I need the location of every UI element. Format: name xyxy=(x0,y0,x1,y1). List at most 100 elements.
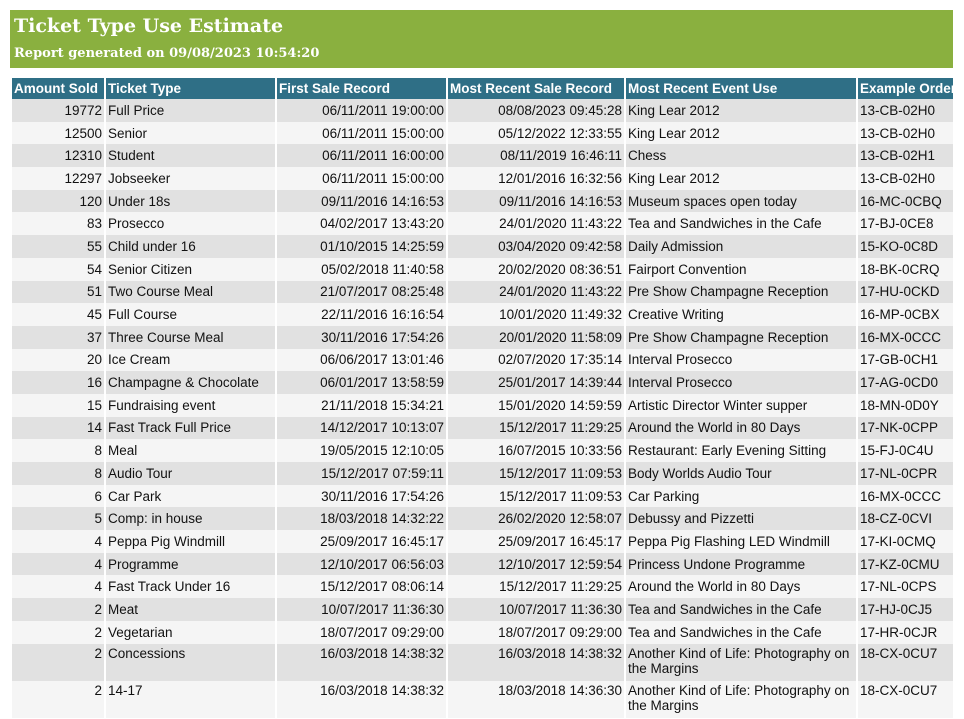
event-use-cell: Another Kind of Life: Photography on the… xyxy=(626,643,856,681)
event-use-cell: Museum spaces open today xyxy=(626,189,856,213)
recent-sale-cell: 05/12/2022 12:33:55 xyxy=(448,121,624,145)
col-header-first-sale-record: First Sale Record xyxy=(277,78,446,99)
table-row: 51 Two Course Meal 21/07/2017 08:25:48 24/0… xyxy=(12,280,953,304)
amount-sold-cell: 2 xyxy=(12,680,104,718)
ticket-type-cell: Jobseeker xyxy=(106,167,275,190)
table-row: 12500 Senior 06/11/2011 15:00:00 05/12/2022… xyxy=(12,121,953,145)
event-use-cell: Peppa Pig Flashing LED Windmill xyxy=(626,530,856,553)
ticket-type-table: Amount Sold Ticket Type First Sale Recor… xyxy=(10,78,955,718)
event-use-cell: Fairport Convention xyxy=(626,257,856,281)
amount-sold-cell: 55 xyxy=(12,235,104,258)
example-order-cell: 16-MP-0CBX xyxy=(858,303,953,326)
event-use-cell: Interval Prosecco xyxy=(626,371,856,394)
example-order-cell: 18-CZ-0CVI xyxy=(858,507,953,531)
amount-sold-cell: 14 xyxy=(12,416,104,440)
example-order-cell: 17-HJ-0CJ5 xyxy=(858,598,953,621)
ticket-type-cell: Peppa Pig Windmill xyxy=(106,530,275,553)
recent-sale-cell: 15/01/2020 14:59:59 xyxy=(448,393,624,417)
table-row: 20 Ice Cream 06/06/2017 13:01:46 02/07/2020… xyxy=(12,348,953,372)
table-row: 14 Fast Track Full Price 14/12/2017 10:13:… xyxy=(12,416,953,440)
recent-sale-cell: 24/01/2020 11:43:22 xyxy=(448,212,624,236)
event-use-cell: Daily Admission xyxy=(626,235,856,258)
table-row: 16 Champagne & Chocolate 06/01/2017 13:58:… xyxy=(12,371,953,394)
table-row: 2 Vegetarian 18/07/2017 09:29:00 18/07/2017… xyxy=(12,620,953,644)
table-header-row: Amount Sold Ticket Type First Sale Recor… xyxy=(12,78,953,99)
amount-sold-cell: 15 xyxy=(12,393,104,417)
example-order-cell: 17-GB-0CH1 xyxy=(858,348,953,372)
first-sale-cell: 04/02/2017 13:43:20 xyxy=(277,212,446,236)
amount-sold-cell: 4 xyxy=(12,552,104,576)
table-row: 4 Peppa Pig Windmill 25/09/2017 16:45:17 25… xyxy=(12,530,953,553)
ticket-type-cell: Full Price xyxy=(106,99,275,122)
event-use-cell: Restaurant: Early Evening Sitting xyxy=(626,439,856,462)
recent-sale-cell: 25/01/2017 14:39:44 xyxy=(448,371,624,394)
first-sale-cell: 19/05/2015 12:10:05 xyxy=(277,439,446,462)
ticket-type-cell: Full Course xyxy=(106,303,275,326)
report-title: Ticket Type Use Estimate xyxy=(14,15,284,37)
example-order-cell: 18-BK-0CRQ xyxy=(858,257,953,281)
table-row: 4 Fast Track Under 16 15/12/2017 08:06:14 1… xyxy=(12,575,953,599)
example-order-cell: 17-NL-0CPS xyxy=(858,575,953,599)
recent-sale-cell: 15/12/2017 11:09:53 xyxy=(448,462,624,485)
amount-sold-cell: 16 xyxy=(12,371,104,394)
recent-sale-cell: 12/10/2017 12:59:54 xyxy=(448,552,624,576)
amount-sold-cell: 6 xyxy=(12,484,104,508)
report-generated-timestamp: Report generated on 09/08/2023 10:54:20 xyxy=(14,46,320,61)
table-row: 45 Full Course 22/11/2016 16:16:54 10/01/20… xyxy=(12,303,953,326)
recent-sale-cell: 20/02/2020 08:36:51 xyxy=(448,257,624,281)
recent-sale-cell: 20/01/2020 11:58:09 xyxy=(448,325,624,349)
example-order-cell: 18-MN-0D0Y xyxy=(858,393,953,417)
recent-sale-cell: 16/07/2015 10:33:56 xyxy=(448,439,624,462)
table-row: 2 14-17 16/03/2018 14:38:32 18/03/2018 14:3… xyxy=(12,680,953,718)
event-use-cell: King Lear 2012 xyxy=(626,167,856,190)
recent-sale-cell: 24/01/2020 11:43:22 xyxy=(448,280,624,304)
ticket-type-cell: Audio Tour xyxy=(106,462,275,485)
ticket-type-cell: Meat xyxy=(106,598,275,621)
amount-sold-cell: 8 xyxy=(12,439,104,462)
table-row: 2 Concessions 16/03/2018 14:38:32 16/03/201… xyxy=(12,643,953,681)
col-header-amount-sold: Amount Sold xyxy=(12,78,104,99)
amount-sold-cell: 8 xyxy=(12,462,104,485)
first-sale-cell: 16/03/2018 14:38:32 xyxy=(277,643,446,681)
example-order-cell: 16-MX-0CCC xyxy=(858,484,953,508)
amount-sold-cell: 5 xyxy=(12,507,104,531)
first-sale-cell: 18/03/2018 14:32:22 xyxy=(277,507,446,531)
ticket-type-cell: Senior Citizen xyxy=(106,257,275,281)
first-sale-cell: 30/11/2016 17:54:26 xyxy=(277,484,446,508)
event-use-cell: Pre Show Champagne Reception xyxy=(626,280,856,304)
first-sale-cell: 01/10/2015 14:25:59 xyxy=(277,235,446,258)
event-use-cell: Around the World in 80 Days xyxy=(626,575,856,599)
example-order-cell: 13-CB-02H1 xyxy=(858,144,953,168)
example-order-cell: 17-AG-0CD0 xyxy=(858,371,953,394)
example-order-cell: 17-BJ-0CE8 xyxy=(858,212,953,236)
event-use-cell: Tea and Sandwiches in the Cafe xyxy=(626,598,856,621)
recent-sale-cell: 15/12/2017 11:29:25 xyxy=(448,575,624,599)
ticket-type-cell: Student xyxy=(106,144,275,168)
ticket-type-cell: Senior xyxy=(106,121,275,145)
amount-sold-cell: 2 xyxy=(12,598,104,621)
event-use-cell: Chess xyxy=(626,144,856,168)
recent-sale-cell: 08/11/2019 16:46:11 xyxy=(448,144,624,168)
table-row: 120 Under 18s 09/11/2016 14:16:53 09/11/201… xyxy=(12,189,953,213)
table-row: 15 Fundraising event 21/11/2018 15:34:21 15… xyxy=(12,393,953,417)
event-use-cell: Creative Writing xyxy=(626,303,856,326)
amount-sold-cell: 51 xyxy=(12,280,104,304)
recent-sale-cell: 08/08/2023 09:45:28 xyxy=(448,99,624,122)
recent-sale-cell: 15/12/2017 11:29:25 xyxy=(448,416,624,440)
report-banner: Ticket Type Use Estimate Report generate… xyxy=(10,10,953,68)
table-row: 5 Comp: in house 18/03/2018 14:32:22 26/02/… xyxy=(12,507,953,531)
first-sale-cell: 05/02/2018 11:40:58 xyxy=(277,257,446,281)
recent-sale-cell: 12/01/2016 16:32:56 xyxy=(448,167,624,190)
ticket-type-cell: Prosecco xyxy=(106,212,275,236)
example-order-cell: 17-KI-0CMQ xyxy=(858,530,953,553)
example-order-cell: 13-CB-02H0 xyxy=(858,167,953,190)
event-use-cell: Princess Undone Programme xyxy=(626,552,856,576)
table-row: 6 Car Park 30/11/2016 17:54:26 15/12/2017 1… xyxy=(12,484,953,508)
event-use-cell: Body Worlds Audio Tour xyxy=(626,462,856,485)
event-use-cell: Pre Show Champagne Reception xyxy=(626,325,856,349)
first-sale-cell: 21/11/2018 15:34:21 xyxy=(277,393,446,417)
table-row: 8 Audio Tour 15/12/2017 07:59:11 15/12/2017… xyxy=(12,462,953,485)
ticket-type-cell: Child under 16 xyxy=(106,235,275,258)
ticket-type-cell: Comp: in house xyxy=(106,507,275,531)
amount-sold-cell: 83 xyxy=(12,212,104,236)
